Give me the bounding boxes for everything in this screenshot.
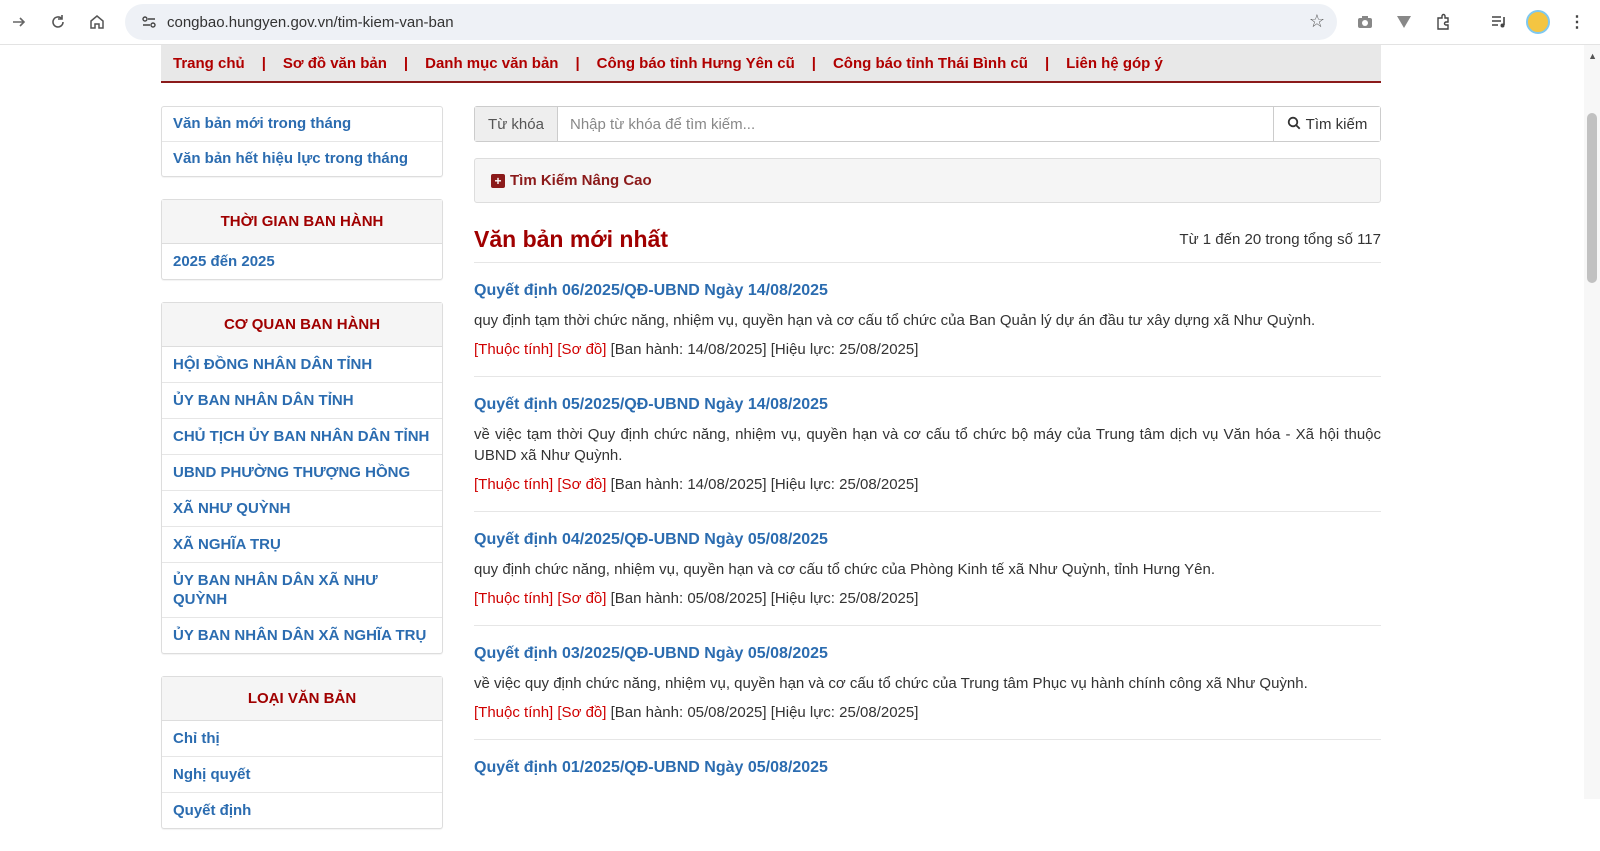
result-count: Từ 1 đến 20 trong tổng số 117 <box>1179 231 1381 248</box>
page-scrollbar[interactable]: ▲ <box>1584 45 1600 799</box>
diagram-link[interactable]: [Sơ đồ] <box>557 341 606 358</box>
attributes-link[interactable]: [Thuộc tính] <box>474 704 553 721</box>
sidebar-item-agency[interactable]: CHỦ TỊCH ỦY BAN NHÂN DÂN TỈNH <box>162 419 442 455</box>
issuing-agency-panel: CƠ QUAN BAN HÀNH HỘI ĐỒNG NHÂN DÂN TỈNH … <box>161 302 443 654</box>
search-input[interactable] <box>558 107 1273 141</box>
quick-links-panel: Văn bản mới trong tháng Văn bản hết hiệu… <box>161 106 443 177</box>
sidebar-item-agency[interactable]: XÃ NGHĨA TRỤ <box>162 527 442 563</box>
issued-date: [Ban hành: 14/08/2025] <box>610 341 767 358</box>
list-item: Quyết định 04/2025/QĐ-UBND Ngày 05/08/20… <box>474 512 1381 626</box>
vpn-icon[interactable] <box>1391 9 1417 35</box>
list-item: Quyết định 05/2025/QĐ-UBND Ngày 14/08/20… <box>474 377 1381 512</box>
document-description: quy định chức năng, nhiệm vụ, quyền hạn … <box>474 561 1216 578</box>
sidebar-item-new-this-month[interactable]: Văn bản mới trong tháng <box>162 107 442 142</box>
search-bar: Từ khóa Tìm kiếm <box>474 106 1381 142</box>
diagram-link[interactable]: [Sơ đồ] <box>557 704 606 721</box>
sidebar: Văn bản mới trong tháng Văn bản hết hiệu… <box>161 106 443 851</box>
nav-contact[interactable]: Liên hệ góp ý <box>1066 55 1163 72</box>
site-info-icon[interactable] <box>131 14 167 30</box>
document-meta: [Thuộc tính] [Sơ đồ] [Ban hành: 05/08/20… <box>474 590 1381 607</box>
document-description: về việc quy định chức năng, nhiệm vụ, qu… <box>474 675 1308 692</box>
document-title-link[interactable]: Quyết định 01/2025/QĐ-UBND Ngày 05/08/20… <box>474 759 1381 777</box>
issued-date: [Ban hành: 05/08/2025] <box>610 704 767 721</box>
list-title: Văn bản mới nhất <box>474 226 668 252</box>
nav-document-diagram[interactable]: Sơ đồ văn bản <box>283 55 387 72</box>
main-content: Từ khóa Tìm kiếm + Tìm Kiếm Nâng Cao Văn… <box>474 106 1381 795</box>
nav-old-thai-binh-gazette[interactable]: Công báo tỉnh Thái Bình cũ <box>833 55 1028 72</box>
profile-avatar[interactable] <box>1525 9 1551 35</box>
forward-icon[interactable] <box>0 3 38 41</box>
attributes-link[interactable]: [Thuộc tính] <box>474 476 553 493</box>
effective-date: [Hiệu lực: 25/08/2025] <box>770 704 919 721</box>
effective-date: [Hiệu lực: 25/08/2025] <box>770 341 919 358</box>
star-icon[interactable]: ☆ <box>1309 11 1325 32</box>
sidebar-item-doc-type[interactable]: Nghị quyết <box>162 757 442 793</box>
advanced-search-toggle[interactable]: + Tìm Kiếm Nâng Cao <box>474 158 1381 203</box>
sidebar-item-year-range[interactable]: 2025 đến 2025 <box>162 244 442 279</box>
nav-old-hung-yen-gazette[interactable]: Công báo tỉnh Hưng Yên cũ <box>597 55 795 72</box>
list-item: Quyết định 03/2025/QĐ-UBND Ngày 05/08/20… <box>474 626 1381 740</box>
document-meta: [Thuộc tính] [Sơ đồ] [Ban hành: 05/08/20… <box>474 704 1381 721</box>
document-title-link[interactable]: Quyết định 03/2025/QĐ-UBND Ngày 05/08/20… <box>474 645 1381 663</box>
effective-date: [Hiệu lực: 25/08/2025] <box>770 476 919 493</box>
document-description: quy định tạm thời chức năng, nhiệm vụ, q… <box>474 312 1316 329</box>
search-label: Từ khóa <box>475 107 558 141</box>
list-item: Quyết định 01/2025/QĐ-UBND Ngày 05/08/20… <box>474 740 1381 795</box>
sidebar-item-agency[interactable]: ỦY BAN NHÂN DÂN XÃ NHƯ QUỲNH <box>162 563 442 618</box>
top-navigation: Trang chủ | Sơ đồ văn bản | Danh mục văn… <box>161 45 1381 83</box>
menu-icon[interactable]: ⋮ <box>1564 9 1590 35</box>
attributes-link[interactable]: [Thuộc tính] <box>474 341 553 358</box>
document-type-panel: LOẠI VĂN BẢN Chỉ thị Nghị quyết Quyết đị… <box>161 676 443 829</box>
effective-date: [Hiệu lực: 25/08/2025] <box>770 590 919 607</box>
diagram-link[interactable]: [Sơ đồ] <box>557 476 606 493</box>
nav-separator: | <box>811 54 816 72</box>
advanced-search-label: Tìm Kiếm Nâng Cao <box>510 172 652 189</box>
scroll-up-arrow[interactable]: ▲ <box>1588 51 1597 61</box>
document-title-link[interactable]: Quyết định 05/2025/QĐ-UBND Ngày 14/08/20… <box>474 396 1381 414</box>
sidebar-item-agency[interactable]: UBND PHƯỜNG THƯỢNG HỒNG <box>162 455 442 491</box>
nav-document-catalog[interactable]: Danh mục văn bản <box>425 55 558 72</box>
search-button-label: Tìm kiếm <box>1305 115 1368 133</box>
nav-home[interactable]: Trang chủ <box>173 55 245 72</box>
sidebar-item-agency[interactable]: ỦY BAN NHÂN DÂN TỈNH <box>162 383 442 419</box>
issued-date: [Ban hành: 05/08/2025] <box>610 590 767 607</box>
sidebar-item-doc-type[interactable]: Quyết định <box>162 793 442 828</box>
media-icon[interactable] <box>1486 9 1512 35</box>
panel-title: THỜI GIAN BAN HÀNH <box>162 200 442 244</box>
search-icon <box>1287 116 1301 133</box>
list-header: Văn bản mới nhất Từ 1 đến 20 trong tổng … <box>474 223 1381 263</box>
document-meta: [Thuộc tính] [Sơ đồ] [Ban hành: 14/08/20… <box>474 476 1381 493</box>
diagram-link[interactable]: [Sơ đồ] <box>557 590 606 607</box>
document-title-link[interactable]: Quyết định 06/2025/QĐ-UBND Ngày 14/08/20… <box>474 282 1381 300</box>
reload-icon[interactable] <box>39 3 77 41</box>
sidebar-item-expired-this-month[interactable]: Văn bản hết hiệu lực trong tháng <box>162 142 442 176</box>
list-item: Quyết định 06/2025/QĐ-UBND Ngày 14/08/20… <box>474 263 1381 377</box>
document-description: về việc tạm thời Quy định chức năng, nhi… <box>474 426 1381 464</box>
panel-title: CƠ QUAN BAN HÀNH <box>162 303 442 347</box>
nav-separator: | <box>1044 54 1050 72</box>
nav-separator: | <box>261 54 266 72</box>
camera-icon[interactable] <box>1352 9 1378 35</box>
home-icon[interactable] <box>78 3 116 41</box>
scroll-thumb[interactable] <box>1587 113 1597 283</box>
nav-separator: | <box>575 54 580 72</box>
browser-toolbar: congbao.hungyen.gov.vn/tim-kiem-van-ban … <box>0 0 1600 45</box>
url-text[interactable]: congbao.hungyen.gov.vn/tim-kiem-van-ban <box>167 14 454 31</box>
issue-time-panel: THỜI GIAN BAN HÀNH 2025 đến 2025 <box>161 199 443 280</box>
plus-square-icon: + <box>491 173 505 188</box>
document-title-link[interactable]: Quyết định 04/2025/QĐ-UBND Ngày 05/08/20… <box>474 531 1381 549</box>
nav-separator: | <box>403 54 409 72</box>
search-button[interactable]: Tìm kiếm <box>1273 107 1380 141</box>
issued-date: [Ban hành: 14/08/2025] <box>610 476 767 493</box>
sidebar-item-agency[interactable]: ỦY BAN NHÂN DÂN XÃ NGHĨA TRỤ <box>162 618 442 653</box>
sidebar-item-doc-type[interactable]: Chỉ thị <box>162 721 442 757</box>
sidebar-item-agency[interactable]: HỘI ĐỒNG NHÂN DÂN TỈNH <box>162 347 442 383</box>
address-bar[interactable]: congbao.hungyen.gov.vn/tim-kiem-van-ban … <box>125 4 1337 40</box>
panel-title: LOẠI VĂN BẢN <box>162 677 442 721</box>
attributes-link[interactable]: [Thuộc tính] <box>474 590 553 607</box>
sidebar-item-agency[interactable]: XÃ NHƯ QUỲNH <box>162 491 442 527</box>
document-meta: [Thuộc tính] [Sơ đồ] [Ban hành: 14/08/20… <box>474 341 1381 358</box>
extensions-icon[interactable] <box>1430 9 1456 35</box>
